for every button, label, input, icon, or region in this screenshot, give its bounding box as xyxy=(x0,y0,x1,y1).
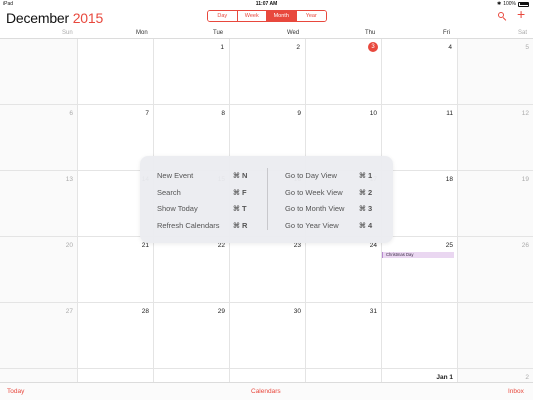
today-button[interactable]: Today xyxy=(7,383,24,400)
day-cell-number[interactable]: 10 xyxy=(357,109,377,118)
shortcut-label: Go to Week View xyxy=(285,187,343,197)
day-cell-number[interactable]: 29 xyxy=(205,307,225,316)
day-cell-number[interactable]: 2 xyxy=(509,373,529,382)
tab-day[interactable]: Day xyxy=(208,11,238,21)
event-christmas-day[interactable]: Christmas Day xyxy=(382,252,454,258)
day-cell-number[interactable]: 25 xyxy=(433,241,453,250)
day-cell-number[interactable]: 2 xyxy=(280,43,300,52)
day-cell-number[interactable]: 26 xyxy=(509,241,529,250)
calendar-header: December 2015 Day Week Month Year + xyxy=(0,7,533,28)
day-cell-number[interactable]: 1 xyxy=(204,43,224,52)
bluetooth-icon: ✱ xyxy=(497,1,502,7)
grid-line xyxy=(77,39,78,382)
shortcut-label: Go to Year View xyxy=(285,220,339,230)
weekday-mon: Mon xyxy=(136,30,148,36)
weekend-shade-sat xyxy=(457,39,533,382)
day-cell-number[interactable]: 19 xyxy=(509,175,529,184)
day-cell-number[interactable]: 31 xyxy=(357,307,377,316)
shortcut-key: ⌘ 3 xyxy=(359,204,373,213)
day-cell-number[interactable]: 28 xyxy=(129,307,149,316)
day-cell-number[interactable]: 20 xyxy=(53,241,73,250)
day-cell-number[interactable]: 7 xyxy=(129,109,149,118)
day-cell-number[interactable]: 18 xyxy=(433,175,453,184)
shortcut-key: ⌘ 2 xyxy=(359,187,373,197)
weekday-sat: Sat xyxy=(518,30,528,36)
bottom-toolbar: Today Calendars Inbox xyxy=(0,382,533,400)
day-cell-number[interactable]: 6 xyxy=(53,109,73,118)
day-cell-number[interactable]: 30 xyxy=(281,307,301,316)
day-cell-number[interactable]: 4 xyxy=(432,43,452,52)
day-cell-number[interactable]: 5 xyxy=(509,43,529,52)
search-icon[interactable] xyxy=(497,10,507,22)
day-cell-number[interactable]: 9 xyxy=(281,109,301,118)
month-title: December xyxy=(6,10,69,26)
battery-percent: 100% xyxy=(503,1,516,7)
keyboard-shortcuts-overlay: New Event ⌘ N Search ⌘ F Show Today ⌘ T … xyxy=(140,156,393,243)
today-badge[interactable]: 3 xyxy=(368,42,378,52)
grid-line xyxy=(0,368,533,369)
day-cell-number[interactable]: 11 xyxy=(433,109,453,118)
tab-year[interactable]: Year xyxy=(296,11,326,21)
day-cell-number[interactable]: 8 xyxy=(205,109,225,118)
shortcut-key: ⌘ 4 xyxy=(359,220,373,230)
clock: 11:07 AM xyxy=(255,1,278,7)
day-cell-number[interactable]: 27 xyxy=(53,307,73,316)
shortcut-label: Search xyxy=(157,187,181,197)
tab-week[interactable]: Week xyxy=(237,11,267,21)
calendars-button[interactable]: Calendars xyxy=(251,383,281,400)
shortcut-key: ⌘ R xyxy=(233,220,248,230)
weekday-wed: Wed xyxy=(287,30,300,36)
weekend-shade-sun xyxy=(0,39,77,382)
page-title: December 2015 xyxy=(6,8,103,28)
tab-month[interactable]: Month xyxy=(267,11,297,21)
shortcut-label: Refresh Calendars xyxy=(157,220,220,230)
weekday-tue: Tue xyxy=(213,30,224,36)
day-cell-number[interactable]: 13 xyxy=(53,175,73,184)
grid-line xyxy=(0,104,533,105)
weekday-fri: Fri xyxy=(443,30,450,36)
shortcut-label: Show Today xyxy=(157,204,198,213)
shortcut-label: New Event xyxy=(157,171,194,180)
weekday-thu: Thu xyxy=(365,30,376,36)
view-switcher: Day Week Month Year xyxy=(207,10,327,22)
inbox-button[interactable]: Inbox xyxy=(508,383,524,400)
grid-line xyxy=(0,302,533,303)
year-title: 2015 xyxy=(72,10,104,26)
shortcut-key: ⌘ F xyxy=(233,187,247,197)
day-cell-number[interactable]: Jan 1 xyxy=(423,373,453,382)
overlay-divider xyxy=(267,168,268,230)
shortcut-key: ⌘ 1 xyxy=(359,171,373,180)
grid-line xyxy=(457,39,458,382)
weekday-sun: Sun xyxy=(62,30,73,36)
shortcut-key: ⌘ N xyxy=(233,171,248,180)
shortcut-label: Go to Month View xyxy=(285,204,345,213)
day-cell-number[interactable]: 12 xyxy=(509,109,529,118)
weekday-header: Sun Mon Tue Wed Thu Fri Sat xyxy=(0,28,533,39)
shortcut-label: Go to Day View xyxy=(285,171,337,180)
add-event-icon[interactable]: + xyxy=(517,7,525,21)
shortcut-key: ⌘ T xyxy=(233,204,247,213)
status-bar: iPad 11:07 AM ✱ 100% xyxy=(0,0,533,8)
